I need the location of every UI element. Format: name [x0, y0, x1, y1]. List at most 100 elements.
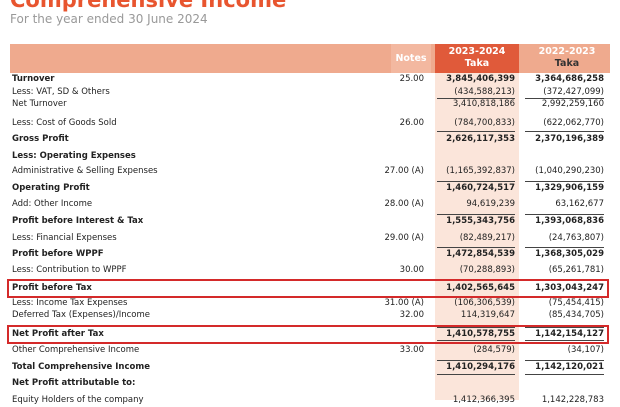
- row-value-current-year: 3,845,406,399: [446, 74, 515, 84]
- row-value-previous-year: 63,162,677: [555, 199, 604, 209]
- row-value-current-year: (784,700,833): [454, 118, 515, 128]
- row-label: Less: Financial Expenses: [12, 233, 117, 243]
- row-value-previous-year: (24,763,807): [548, 233, 604, 243]
- row-value-previous-year: 1,393,068,836: [535, 216, 604, 226]
- page-title: Comprehensive Income: [10, 0, 287, 12]
- row-value-current-year: (70,288,893): [459, 265, 515, 275]
- row-label: Profit before WPPF: [12, 249, 104, 259]
- table-row: Deferred Tax (Expenses)/Income 32.00 114,3…: [0, 310, 620, 322]
- subtotal-line: [437, 98, 515, 99]
- subtotal-line: [437, 214, 515, 215]
- row-value-current-year: 1,460,724,517: [446, 183, 515, 193]
- row-value-current-year: 1,555,343,756: [446, 216, 515, 226]
- subtotal-line: [525, 374, 604, 375]
- row-label: Turnover: [12, 74, 55, 84]
- subtotal-line: [525, 214, 604, 215]
- row-label: Total Comprehensive Income: [12, 362, 150, 372]
- table-row: Less: Cost of Goods Sold 26.00 (784,700,83…: [0, 118, 620, 130]
- row-label: Net Profit attributable to:: [12, 378, 136, 388]
- row-value-previous-year: (85,434,705): [548, 310, 604, 320]
- subtotal-line: [525, 98, 604, 99]
- row-label: Less: Operating Expenses: [12, 151, 136, 161]
- row-note: 26.00: [399, 118, 424, 128]
- row-value-previous-year: 2,370,196,389: [535, 134, 604, 144]
- table-row: Net Turnover 3,410,818,186 2,992,259,160: [0, 99, 620, 111]
- row-value-current-year: 1,410,294,176: [446, 362, 515, 372]
- row-label: Deferred Tax (Expenses)/Income: [12, 310, 150, 320]
- previous-year-unit: Taka: [554, 58, 580, 69]
- row-note: 28.00 (A): [384, 199, 424, 209]
- row-label: Operating Profit: [12, 183, 90, 193]
- table-row: Total Comprehensive Income 1,410,294,176 1…: [0, 362, 620, 374]
- row-value-current-year: 3,410,818,186: [452, 99, 515, 109]
- row-value-previous-year: (622,062,770): [543, 118, 604, 128]
- profit-before-tax-highlight: [7, 279, 609, 298]
- table-row: Administrative & Selling Expenses 27.00 (…: [0, 166, 620, 178]
- row-label: Less: Cost of Goods Sold: [12, 118, 117, 128]
- current-year-unit: Taka: [464, 58, 490, 69]
- row-value-previous-year: 1,368,305,029: [535, 249, 604, 259]
- row-note: 29.00 (A): [384, 233, 424, 243]
- table-row: Equity Holders of the company 1,412,366,3…: [0, 395, 620, 407]
- row-value-current-year: (434,588,213): [454, 87, 515, 97]
- row-note: 31.00 (A): [384, 298, 424, 308]
- row-note: 25.00: [399, 74, 424, 84]
- row-value-current-year: (1,165,392,837): [446, 166, 515, 176]
- subtotal-line: [525, 360, 604, 361]
- row-note: 33.00: [399, 345, 424, 355]
- table-row: Less: Income Tax Expenses 31.00 (A) (106,3…: [0, 298, 620, 310]
- subtotal-line: [525, 131, 604, 132]
- table-row: Less: Operating Expenses: [0, 151, 620, 163]
- row-value-previous-year: 1,329,906,159: [535, 183, 604, 193]
- table-row: Turnover 25.00 3,845,406,399 3,364,686,258: [0, 74, 620, 86]
- row-value-previous-year: 1,142,120,021: [535, 362, 604, 372]
- row-label: Add: Other Income: [12, 199, 93, 209]
- current-year-column-header: 2023-2024 Taka: [435, 44, 519, 73]
- row-note: 30.00: [399, 265, 424, 275]
- row-label: Equity Holders of the company: [12, 395, 144, 405]
- net-profit-after-tax-highlight: [7, 325, 609, 344]
- page-subtitle: For the year ended 30 June 2024: [10, 12, 208, 26]
- table-header-band: [10, 44, 610, 73]
- table-row: Add: Other Income 28.00 (A) 94,619,239 63,1…: [0, 199, 620, 211]
- row-label: Net Turnover: [12, 99, 67, 109]
- previous-year-column-header: 2022-2023 Taka: [524, 44, 610, 73]
- row-value-previous-year: 3,364,686,258: [535, 74, 604, 84]
- row-value-current-year: (106,306,539): [454, 298, 515, 308]
- table-row: Operating Profit 1,460,724,517 1,329,906,1…: [0, 183, 620, 195]
- row-label: Less: Contribution to WPPF: [12, 265, 127, 275]
- row-value-current-year: 1,412,366,395: [452, 395, 515, 405]
- row-label: Less: Income Tax Expenses: [12, 298, 128, 308]
- subtotal-line: [437, 374, 515, 375]
- row-label: Less: VAT, SD & Others: [12, 87, 110, 97]
- current-year-label: 2023-2024: [448, 46, 506, 57]
- row-value-previous-year: 1,142,228,783: [541, 395, 604, 405]
- row-value-previous-year: (75,454,415): [548, 298, 604, 308]
- row-value-previous-year: (65,261,781): [548, 265, 604, 275]
- table-row: Less: Financial Expenses 29.00 (A) (82,489…: [0, 233, 620, 245]
- row-value-current-year: 2,626,117,353: [446, 134, 515, 144]
- notes-column-header: Notes: [391, 44, 431, 73]
- row-note: 32.00: [399, 310, 424, 320]
- subtotal-line: [437, 247, 515, 248]
- row-value-previous-year: (34,107): [567, 345, 604, 355]
- row-value-previous-year: (1,040,290,230): [535, 166, 604, 176]
- table-row: Profit before WPPF 1,472,854,539 1,368,305…: [0, 249, 620, 261]
- previous-year-label: 2022-2023: [538, 46, 596, 57]
- row-value-current-year: (284,579): [473, 345, 515, 355]
- table-row: Net Profit attributable to:: [0, 378, 620, 390]
- subtotal-line: [525, 181, 604, 182]
- row-label: Other Comprehensive Income: [12, 345, 140, 355]
- table-row: Profit before Interest & Tax 1,555,343,75…: [0, 216, 620, 228]
- row-note: 27.00 (A): [384, 166, 424, 176]
- row-label: Gross Profit: [12, 134, 69, 144]
- table-row: Less: Contribution to WPPF 30.00 (70,288,8…: [0, 265, 620, 277]
- row-value-previous-year: (372,427,099): [543, 87, 604, 97]
- subtotal-line: [437, 181, 515, 182]
- row-label: Profit before Interest & Tax: [12, 216, 144, 226]
- row-value-current-year: 94,619,239: [466, 199, 515, 209]
- subtotal-line: [437, 131, 515, 132]
- row-value-previous-year: 2,992,259,160: [541, 99, 604, 109]
- subtotal-line: [437, 360, 515, 361]
- subtotal-line: [525, 247, 604, 248]
